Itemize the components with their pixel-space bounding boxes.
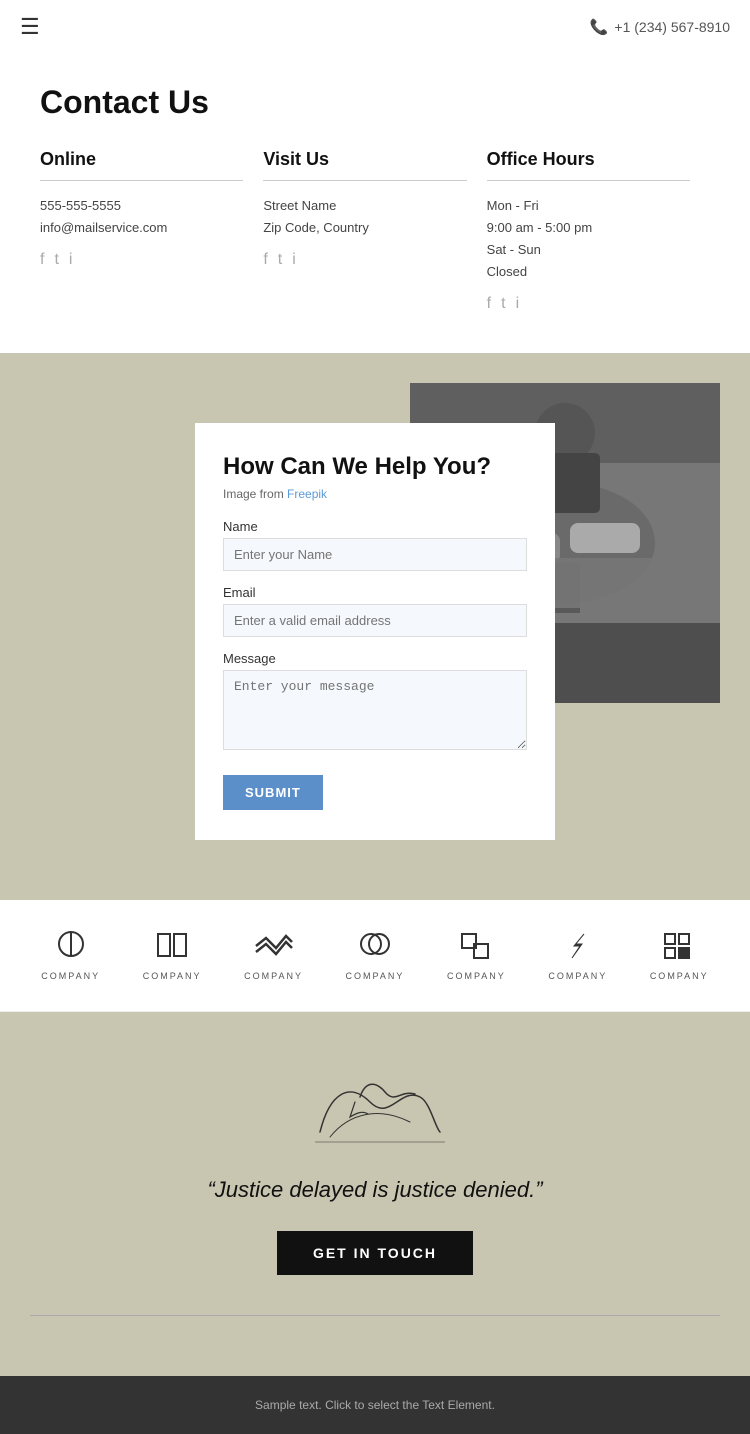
logo-item-6: COMPANY: [548, 930, 607, 981]
logo-svg-7: [657, 930, 701, 962]
hours-divider: [487, 180, 690, 181]
logo-text-4: COMPANY: [346, 971, 405, 981]
email-group: Email: [223, 585, 527, 637]
twitter-icon-hours[interactable]: t: [501, 295, 505, 313]
logo-text-1: COMPANY: [41, 971, 100, 981]
help-form-title: How Can We Help You?: [223, 453, 527, 481]
signature-svg: [300, 1072, 450, 1152]
facebook-icon-visit[interactable]: f: [263, 251, 267, 269]
submit-button[interactable]: SUBMIT: [223, 775, 323, 810]
twitter-icon-visit[interactable]: t: [278, 251, 282, 269]
online-info: 555-555-5555 info@mailservice.com: [40, 195, 243, 239]
hours-social: f t i: [487, 295, 690, 313]
logo-svg-3: [252, 930, 296, 962]
signature-area: [300, 1072, 450, 1157]
logo-svg-2: [150, 930, 194, 962]
logo-item-2: COMPANY: [143, 930, 202, 981]
logo-item-3: COMPANY: [244, 930, 303, 981]
contact-section: Contact Us Online 555-555-5555 info@mail…: [0, 54, 750, 353]
name-group: Name: [223, 519, 527, 571]
logo-text-3: COMPANY: [244, 971, 303, 981]
phone-icon: 📞: [590, 18, 609, 36]
online-divider: [40, 180, 243, 181]
weekend-label: Sat - Sun: [487, 239, 690, 261]
logo-text-6: COMPANY: [548, 971, 607, 981]
freepik-link[interactable]: Freepik: [287, 487, 327, 501]
online-title: Online: [40, 149, 243, 170]
quote-section: “Justice delayed is justice denied.” GET…: [0, 1012, 750, 1376]
get-in-touch-button[interactable]: GET IN TOUCH: [277, 1231, 473, 1275]
footer-text: Sample text. Click to select the Text El…: [255, 1398, 495, 1412]
logo-svg-6: [556, 930, 600, 962]
image-from-text: Image from Freepik: [223, 487, 527, 501]
name-label: Name: [223, 519, 527, 534]
hours-info: Mon - Fri 9:00 am - 5:00 pm Sat - Sun Cl…: [487, 195, 690, 283]
instagram-icon-hours[interactable]: i: [516, 295, 520, 313]
phone-info: 555-555-5555: [40, 195, 243, 217]
quote-text: “Justice delayed is justice denied.”: [207, 1177, 542, 1203]
logo-svg-4: [353, 930, 397, 962]
instagram-icon[interactable]: i: [69, 251, 73, 269]
contact-col-visit: Visit Us Street Name Zip Code, Country f…: [263, 149, 486, 313]
visit-title: Visit Us: [263, 149, 466, 170]
help-form-card: How Can We Help You? Image from Freepik …: [195, 423, 555, 840]
visit-social: f t i: [263, 251, 466, 269]
hours-title: Office Hours: [487, 149, 690, 170]
email-label: Email: [223, 585, 527, 600]
weekdays-label: Mon - Fri: [487, 195, 690, 217]
contact-col-online: Online 555-555-5555 info@mailservice.com…: [40, 149, 263, 313]
help-section: How Can We Help You? Image from Freepik …: [0, 353, 750, 900]
contact-columns: Online 555-555-5555 info@mailservice.com…: [40, 149, 710, 313]
logo-item-7: COMPANY: [650, 930, 709, 981]
logo-item-4: COMPANY: [346, 930, 405, 981]
visit-divider: [263, 180, 466, 181]
email-input[interactable]: [223, 604, 527, 637]
visit-info: Street Name Zip Code, Country: [263, 195, 466, 239]
logo-text-7: COMPANY: [650, 971, 709, 981]
phone-number: +1 (234) 567-8910: [614, 19, 730, 35]
street-info: Street Name: [263, 195, 466, 217]
logo-text-2: COMPANY: [143, 971, 202, 981]
phone-area: 📞 +1 (234) 567-8910: [590, 18, 730, 36]
footer: Sample text. Click to select the Text El…: [0, 1376, 750, 1434]
email-info: info@mailservice.com: [40, 217, 243, 239]
logo-svg-1: [49, 930, 93, 962]
name-input[interactable]: [223, 538, 527, 571]
quote-divider: [30, 1315, 720, 1316]
twitter-icon[interactable]: t: [54, 251, 58, 269]
contact-col-hours: Office Hours Mon - Fri 9:00 am - 5:00 pm…: [487, 149, 710, 313]
facebook-icon[interactable]: f: [40, 251, 44, 269]
message-group: Message: [223, 651, 527, 755]
logo-item-1: COMPANY: [41, 930, 100, 981]
instagram-icon-visit[interactable]: i: [292, 251, 296, 269]
header: ☰ 📞 +1 (234) 567-8910: [0, 0, 750, 54]
contact-title: Contact Us: [40, 84, 710, 121]
online-social: f t i: [40, 251, 243, 269]
logo-svg-5: [454, 930, 498, 962]
logos-section: COMPANY COMPANY COMPANY COMPANY COMPANY: [0, 900, 750, 1012]
location-info: Zip Code, Country: [263, 217, 466, 239]
weekday-hours: 9:00 am - 5:00 pm: [487, 217, 690, 239]
hamburger-menu[interactable]: ☰: [20, 14, 40, 40]
weekend-status: Closed: [487, 261, 690, 283]
message-textarea[interactable]: [223, 670, 527, 750]
message-label: Message: [223, 651, 527, 666]
logo-item-5: COMPANY: [447, 930, 506, 981]
logo-text-5: COMPANY: [447, 971, 506, 981]
facebook-icon-hours[interactable]: f: [487, 295, 491, 313]
